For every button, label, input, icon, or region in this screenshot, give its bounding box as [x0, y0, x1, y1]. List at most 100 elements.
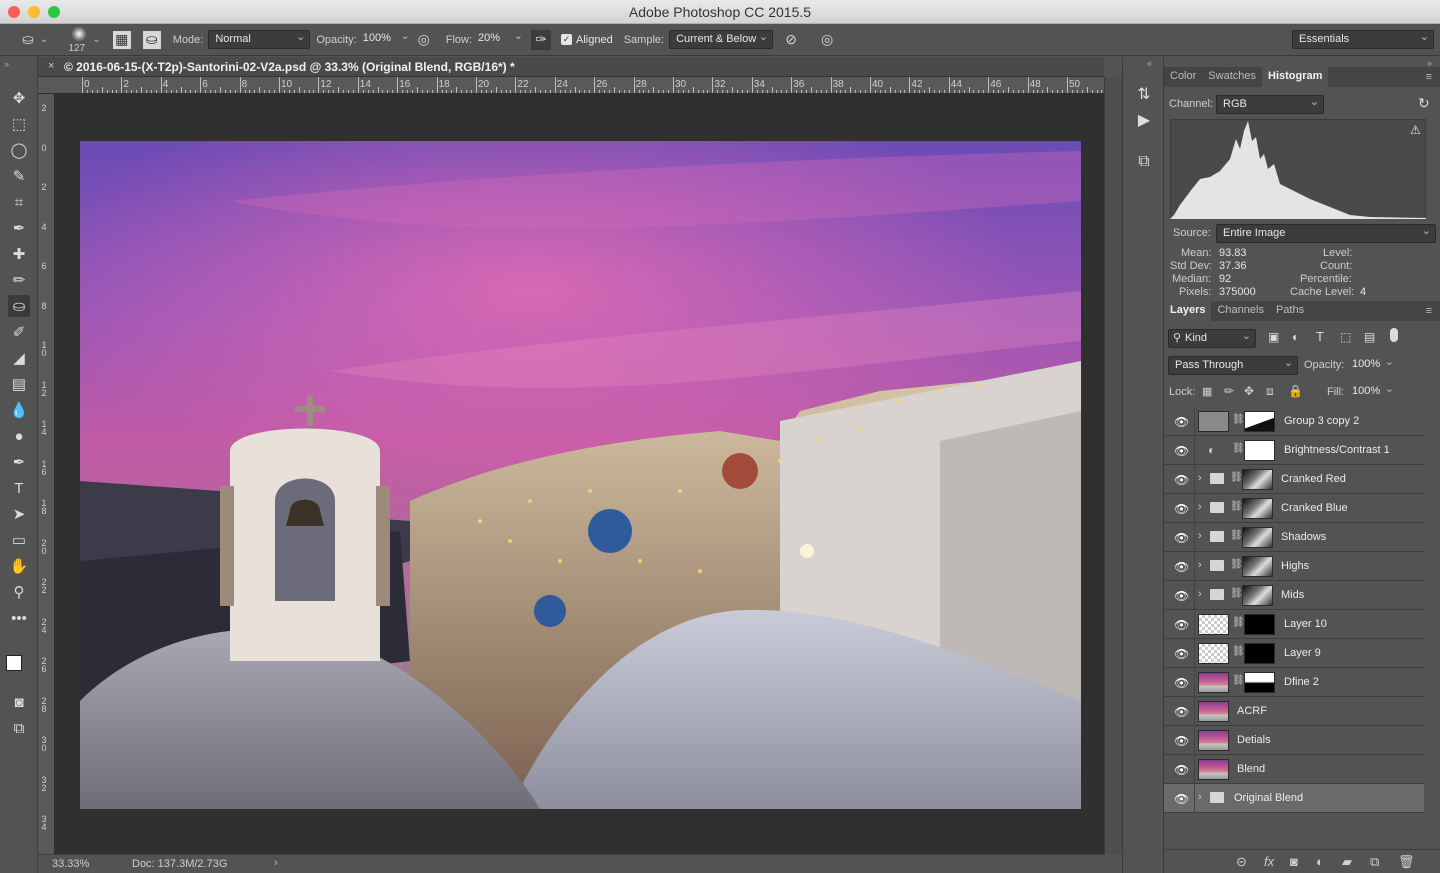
document-tab[interactable]: × © 2016-06-15-(X-T2p)-Santorini-02-V2a.… — [38, 57, 1104, 77]
expand-group-chevron-icon[interactable]: › — [1198, 559, 1202, 571]
filter-shape-icon[interactable]: ⬚ — [1340, 330, 1351, 344]
zoom-tool-icon[interactable]: ⚲ — [8, 581, 30, 603]
layer-thumbnail[interactable] — [1198, 730, 1229, 751]
zoom-level[interactable]: 33.33% — [52, 858, 89, 870]
link-layers-icon[interactable]: ⊝ — [1236, 854, 1247, 870]
layer-row[interactable]: 👁 › ⛓ Mids — [1164, 581, 1424, 610]
layer-row[interactable]: 👁 › ⛓ Cranked Red — [1164, 465, 1424, 494]
filter-smart-object-icon[interactable]: ▤ — [1364, 330, 1375, 344]
tab-channels[interactable]: Channels — [1211, 301, 1269, 321]
workspace-dropdown[interactable]: Essentials — [1292, 30, 1434, 49]
new-adjustment-layer-icon[interactable]: ◐ — [1316, 854, 1324, 869]
refresh-histogram-icon[interactable]: ↻ — [1418, 95, 1430, 112]
mask-link-icon[interactable]: ⛓ — [1232, 443, 1245, 454]
lock-image-icon[interactable]: ✏ — [1224, 384, 1234, 398]
vertical-ruler[interactable]: 2 0 2 4 6 8 10 12 14 16 18 20 22 24 26 28 30 32 34 — [38, 94, 55, 854]
layer-row[interactable]: 👁 › ⛓ Highs — [1164, 552, 1424, 581]
add-layer-style-icon[interactable]: fx — [1264, 854, 1274, 869]
visibility-eye-icon[interactable]: 👁 — [1174, 763, 1189, 777]
mask-thumbnail[interactable] — [1242, 585, 1273, 606]
mask-link-icon[interactable]: ⛓ — [1230, 472, 1243, 483]
mask-thumbnail[interactable] — [1242, 556, 1273, 577]
histogram-panel-menu-icon[interactable]: ≡ — [1426, 71, 1432, 83]
tab-histogram[interactable]: Histogram — [1262, 67, 1329, 87]
expand-group-chevron-icon[interactable]: › — [1198, 588, 1202, 600]
clone-source-panel-icon[interactable]: ⧉ — [1133, 151, 1155, 173]
quick-selection-tool-icon[interactable]: ✎ — [8, 165, 30, 187]
status-menu-icon[interactable]: › — [274, 857, 278, 869]
path-selection-tool-icon[interactable]: ➤ — [8, 503, 30, 525]
blur-tool-icon[interactable]: 💧 — [8, 399, 30, 421]
history-brush-tool-icon[interactable]: ✐ — [8, 321, 30, 343]
mask-link-icon[interactable]: ⛓ — [1232, 675, 1245, 686]
tab-swatches[interactable]: Swatches — [1202, 67, 1262, 87]
source-dropdown[interactable]: Entire Image — [1216, 224, 1436, 243]
tab-layers[interactable]: Layers — [1164, 301, 1212, 321]
tool-preset-chevron-icon[interactable]: ⌄ — [40, 34, 48, 45]
tab-color[interactable]: Color — [1164, 67, 1202, 87]
quick-mask-icon[interactable]: ◙ — [8, 691, 30, 713]
layer-thumbnail[interactable] — [1198, 701, 1229, 722]
dodge-tool-icon[interactable]: ● — [8, 425, 30, 447]
lock-transparent-icon[interactable]: ▦ — [1202, 385, 1212, 398]
channel-dropdown[interactable]: RGB — [1216, 95, 1324, 114]
move-tool-icon[interactable]: ✥ — [8, 87, 30, 109]
visibility-eye-icon[interactable]: 👁 — [1174, 415, 1189, 429]
document-image[interactable] — [80, 141, 1081, 809]
visibility-eye-icon[interactable]: 👁 — [1174, 560, 1189, 574]
mask-link-icon[interactable]: ⛓ — [1230, 501, 1243, 512]
lock-all-icon[interactable]: 🔒 — [1288, 384, 1303, 398]
expand-group-chevron-icon[interactable]: › — [1198, 501, 1202, 513]
rectangle-tool-icon[interactable]: ▭ — [8, 529, 30, 551]
visibility-eye-icon[interactable]: 👁 — [1174, 734, 1189, 748]
mask-thumbnail[interactable] — [1242, 498, 1273, 519]
mask-thumbnail[interactable] — [1244, 411, 1275, 432]
lock-position-icon[interactable]: ✥ — [1244, 384, 1254, 398]
layer-thumbnail[interactable] — [1198, 759, 1229, 780]
visibility-eye-icon[interactable]: 👁 — [1174, 473, 1189, 487]
gradient-tool-icon[interactable]: ▤ — [8, 373, 30, 395]
visibility-eye-icon[interactable]: 👁 — [1174, 531, 1189, 545]
expand-group-chevron-icon[interactable]: › — [1198, 530, 1202, 542]
hand-tool-icon[interactable]: ✋ — [8, 555, 30, 577]
layer-thumbnail[interactable] — [1198, 643, 1229, 664]
airbrush-icon[interactable]: ✑ — [531, 29, 551, 50]
mask-link-icon[interactable]: ⛓ — [1230, 559, 1243, 570]
ignore-adjustment-layers-icon[interactable]: ⊘ — [781, 30, 801, 50]
visibility-eye-icon[interactable]: 👁 — [1174, 502, 1189, 516]
toggle-clone-source-icon[interactable]: ⛀ — [142, 30, 161, 49]
layer-thumbnail[interactable] — [1198, 411, 1229, 432]
layer-row[interactable]: 👁 Blend — [1164, 755, 1424, 784]
foreground-color-swatch[interactable] — [6, 655, 22, 671]
add-mask-icon[interactable]: ◙ — [1290, 854, 1298, 869]
clone-stamp-tool-icon[interactable]: ⛀ — [8, 295, 30, 317]
filter-type-icon[interactable]: T — [1316, 329, 1324, 344]
layer-filter-dropdown[interactable]: Kind — [1168, 329, 1256, 348]
mask-thumbnail[interactable] — [1244, 672, 1275, 693]
visibility-eye-icon[interactable]: 👁 — [1174, 647, 1189, 661]
layer-row[interactable]: 👁 › ⛓ Cranked Blue — [1164, 494, 1424, 523]
brush-tool-icon[interactable]: ✏ — [8, 269, 30, 291]
mask-link-icon[interactable]: ⛓ — [1232, 617, 1245, 628]
mask-thumbnail[interactable] — [1244, 440, 1275, 461]
edit-toolbar-icon[interactable]: ••• — [8, 607, 30, 629]
eyedropper-tool-icon[interactable]: ✒ — [8, 217, 30, 239]
flow-field[interactable]: 20% — [477, 29, 527, 49]
type-tool-icon[interactable]: T — [8, 477, 30, 499]
pressure-size-icon[interactable]: ◎ — [817, 30, 837, 50]
pressure-opacity-icon[interactable]: ◎ — [414, 30, 434, 50]
toggle-brush-panel-icon[interactable]: ▦ — [112, 30, 131, 49]
mode-dropdown[interactable]: Normal — [208, 30, 311, 49]
layer-row[interactable]: 👁 ⛓ Layer 9 — [1164, 639, 1424, 668]
healing-brush-tool-icon[interactable]: ✚ — [8, 243, 30, 265]
layer-row[interactable]: 👁 ⛓ Group 3 copy 2 — [1164, 407, 1424, 436]
layer-row[interactable]: 👁 ACRF — [1164, 697, 1424, 726]
mask-thumbnail[interactable] — [1244, 614, 1275, 635]
warning-icon[interactable]: ⚠ — [1410, 123, 1421, 137]
visibility-eye-icon[interactable]: 👁 — [1174, 589, 1189, 603]
marquee-tool-icon[interactable]: ⬚ — [8, 113, 30, 135]
layer-row[interactable]: 👁 › ⛓ Shadows — [1164, 523, 1424, 552]
eraser-tool-icon[interactable]: ◢ — [8, 347, 30, 369]
layers-panel-menu-icon[interactable]: ≡ — [1426, 305, 1432, 317]
collapse-toolbar-icon[interactable]: » — [4, 59, 9, 69]
